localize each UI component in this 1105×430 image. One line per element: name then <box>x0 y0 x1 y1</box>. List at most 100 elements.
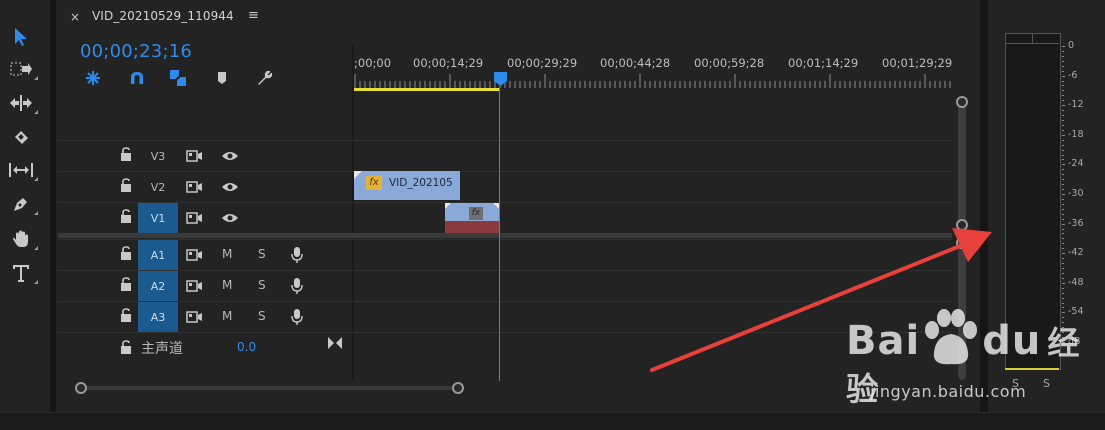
track-label-v3[interactable]: V3 <box>138 141 178 171</box>
settings-wrench-icon[interactable] <box>254 68 274 88</box>
db-minor-tick <box>1062 149 1064 151</box>
clip-corner-icon <box>445 203 451 209</box>
microphone-icon[interactable] <box>291 308 303 326</box>
sync-lock-icon[interactable] <box>186 211 204 225</box>
microphone-icon[interactable] <box>291 246 303 264</box>
slip-tool-icon[interactable] <box>6 157 38 183</box>
db-minor-tick <box>1062 233 1064 235</box>
lock-icon[interactable] <box>120 209 132 223</box>
db-minor-tick <box>1062 268 1064 269</box>
hand-tool-icon[interactable] <box>6 226 38 252</box>
mute-button[interactable]: M <box>222 278 232 292</box>
db-label: -42 <box>1068 247 1084 259</box>
lock-icon[interactable] <box>120 308 132 322</box>
db-minor-tick <box>1062 115 1064 117</box>
panel-menu-icon[interactable]: ≡ <box>248 8 259 23</box>
horizontal-zoom-scrollbar[interactable] <box>80 386 458 390</box>
work-area-bar[interactable] <box>354 88 499 91</box>
razor-tool-icon[interactable] <box>6 124 36 150</box>
pen-tool-icon[interactable] <box>6 191 38 217</box>
sync-lock-icon[interactable] <box>186 279 204 293</box>
track-header-v1: V1 <box>58 203 352 233</box>
track-header-a1: A1 M S <box>58 240 352 270</box>
snap-magnet-icon[interactable] <box>127 68 147 88</box>
eye-icon[interactable] <box>221 212 239 224</box>
fx-badge-icon[interactable]: fx <box>366 176 382 190</box>
type-tool-icon[interactable] <box>6 260 38 286</box>
linked-selection-icon[interactable] <box>168 68 188 88</box>
track-header-v3: V3 <box>58 141 352 171</box>
mute-button[interactable]: M <box>222 309 232 323</box>
db-tick <box>1062 75 1065 77</box>
time-ruler-labels[interactable]: ;00;00 00;00;14;29 00;00;29;29 00;00;44;… <box>354 56 954 70</box>
master-track-label: 主声道 <box>141 341 183 357</box>
db-minor-tick <box>1062 50 1064 52</box>
lock-icon[interactable] <box>120 277 132 291</box>
sync-lock-icon[interactable] <box>186 180 204 194</box>
ruler-label: 00;01;29;29 <box>882 56 953 70</box>
solo-button[interactable]: S <box>258 309 266 323</box>
microphone-icon[interactable] <box>291 277 303 295</box>
ruler-label: ;00;00 <box>354 56 392 70</box>
scroll-handle-right[interactable] <box>452 382 464 394</box>
sync-lock-icon[interactable] <box>186 248 204 262</box>
solo-button[interactable]: S <box>258 247 266 261</box>
fx-badge-icon[interactable]: fx <box>469 207 483 220</box>
db-tick <box>1062 223 1065 225</box>
add-marker-icon[interactable] <box>212 68 232 88</box>
db-label: -30 <box>1068 188 1084 199</box>
playhead-timecode[interactable]: 00;00;23;16 <box>80 41 192 62</box>
sync-lock-icon[interactable] <box>186 310 204 324</box>
ruler-label: 00;01;14;29 <box>788 56 859 70</box>
db-minor-tick <box>1062 120 1064 121</box>
track-header-v2: V2 <box>58 172 352 202</box>
nest-snap-icon[interactable] <box>83 68 103 88</box>
master-volume-value[interactable]: 0.0 <box>237 340 256 354</box>
vscroll-handle-top[interactable] <box>956 96 968 108</box>
eye-icon[interactable] <box>221 150 239 162</box>
lock-icon[interactable] <box>120 246 132 260</box>
db-minor-tick <box>1062 203 1064 205</box>
db-label: -12 <box>1068 99 1084 111</box>
watermark-url: jingyan.baidu.com <box>870 382 1027 401</box>
solo-button[interactable]: S <box>258 278 266 292</box>
db-label: -54 <box>1068 306 1084 318</box>
track-label-a2[interactable]: A2 <box>138 271 178 301</box>
time-ruler-ticks[interactable] <box>354 72 954 88</box>
ripple-edit-tool-icon[interactable] <box>6 90 38 116</box>
lock-icon[interactable] <box>120 147 132 161</box>
track-header-a3: A3 M S <box>58 302 352 332</box>
clip-corner-icon <box>354 171 362 179</box>
track-header-a2: A2 M S <box>58 271 352 301</box>
selection-tool-icon[interactable] <box>6 24 36 50</box>
db-tick <box>1062 312 1065 314</box>
db-tick <box>1062 105 1065 107</box>
eye-icon[interactable] <box>221 181 239 193</box>
db-minor-tick <box>1062 272 1064 274</box>
db-minor-tick <box>1062 184 1064 186</box>
db-minor-tick <box>1062 129 1064 131</box>
track-label-a1[interactable]: A1 <box>138 240 178 270</box>
track-label-a3[interactable]: A3 <box>138 302 178 332</box>
status-bar <box>0 412 1105 430</box>
track-label-v2[interactable]: V2 <box>138 172 178 202</box>
track-label-v1[interactable]: V1 <box>138 203 178 233</box>
bowtie-icon[interactable] <box>328 337 342 349</box>
lock-icon[interactable] <box>120 340 132 354</box>
db-minor-tick <box>1062 189 1064 191</box>
sequence-tab-title[interactable]: VID_20210529_110944 <box>92 9 234 23</box>
watermark-brand-2: du <box>982 318 1042 364</box>
lock-icon[interactable] <box>120 178 132 192</box>
playhead-line[interactable] <box>499 88 500 381</box>
db-label: -6 <box>1068 69 1078 81</box>
mute-button[interactable]: M <box>222 247 232 261</box>
db-minor-tick <box>1062 110 1064 112</box>
track-select-tool-icon[interactable] <box>6 56 38 82</box>
db-tick <box>1062 194 1065 195</box>
tools-panel <box>0 0 50 412</box>
close-tab-icon[interactable]: × <box>70 10 80 24</box>
sync-lock-icon[interactable] <box>186 149 204 163</box>
track-row-v2: V2 <box>58 171 952 202</box>
playhead-handle-icon[interactable] <box>494 72 507 86</box>
scroll-handle-left[interactable] <box>75 382 87 394</box>
